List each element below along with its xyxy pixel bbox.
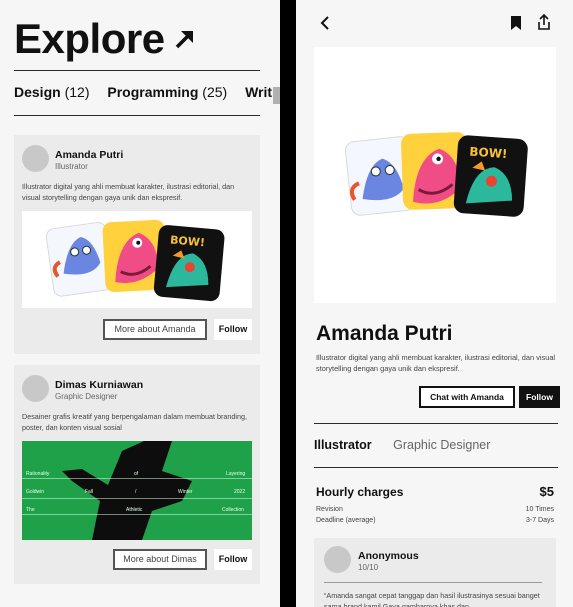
profile-panel: BOW! Amanda Putri Illustrator digital ya… — [296, 0, 573, 607]
poster-text: The — [26, 507, 35, 513]
avatar — [324, 546, 351, 573]
explore-panel: Explore Design (12) Programming (25) Wri… — [0, 0, 280, 607]
tabs-scrollbar[interactable] — [273, 87, 280, 104]
tab-graphic-designer[interactable]: Graphic Designer — [393, 438, 490, 452]
avatar — [22, 375, 49, 402]
follow-button[interactable]: Follow — [519, 386, 560, 408]
poster-silhouette — [62, 441, 192, 540]
creator-bio: Desainer grafis kreatif yang berpengalam… — [22, 412, 247, 432]
tab-illustrator[interactable]: Illustrator — [314, 438, 372, 452]
portfolio-image[interactable]: BOW! — [22, 211, 252, 308]
poster-text: 2022 — [234, 489, 246, 495]
creator-card[interactable]: Dimas Kurniawan Graphic Designer Desaine… — [14, 365, 260, 584]
portfolio-image[interactable]: Rationality of Layering Goldwin Fall / W… — [22, 441, 252, 540]
poster-text: / — [135, 489, 137, 495]
sticker-artwork: BOW! — [345, 132, 528, 217]
review-text: “Amanda sangat cepat tanggap dan hasil i… — [324, 591, 540, 607]
avatar — [22, 145, 49, 172]
poster-text: Goldwin — [26, 489, 45, 495]
category-tabs: Design (12) Programming (25) Writing — [14, 84, 280, 100]
revision-value: 10 Times — [525, 506, 554, 513]
share-icon[interactable] — [537, 14, 551, 30]
divider — [22, 498, 252, 499]
creator-name: Amanda Putri — [55, 149, 124, 161]
charges-price: $5 — [539, 484, 554, 499]
revision-label: Revision — [316, 506, 343, 513]
charges-label: Hourly charges — [316, 485, 404, 499]
chevron-left-icon[interactable] — [318, 15, 332, 31]
divider — [22, 514, 252, 515]
poster-text: of — [134, 471, 139, 477]
review-rating: 10/10 — [358, 563, 379, 572]
profile-bio: Illustrator digital yang ahli membuat ka… — [316, 353, 556, 373]
more-about-button[interactable]: More about Amanda — [103, 319, 207, 340]
profile-hero-image[interactable]: BOW! — [314, 47, 556, 303]
poster-text: Winter — [178, 489, 193, 495]
profile-name: Amanda Putri — [316, 322, 453, 345]
deadline-value: 3-7 Days — [525, 517, 554, 524]
svg-text:BOW!: BOW! — [469, 145, 508, 162]
arrow-up-right-icon[interactable] — [172, 26, 198, 52]
review-author: Anonymous — [358, 550, 419, 562]
divider — [324, 582, 542, 583]
tab-programming[interactable]: Programming (25) — [107, 84, 227, 100]
poster-text: Athletic — [126, 507, 143, 513]
creator-bio: Illustrator digital yang ahli membuat ka… — [22, 182, 235, 202]
more-about-button[interactable]: More about Dimas — [113, 549, 207, 570]
chat-button[interactable]: Chat with Amanda — [419, 386, 515, 408]
poster-text: Layering — [226, 471, 246, 477]
divider — [14, 115, 260, 116]
follow-button[interactable]: Follow — [214, 549, 252, 570]
review-card: Anonymous 10/10 “Amanda sangat cepat tan… — [314, 538, 556, 607]
follow-button[interactable]: Follow — [214, 319, 252, 340]
creator-role: Graphic Designer — [55, 392, 118, 401]
creator-name: Dimas Kurniawan — [55, 379, 144, 391]
divider — [22, 478, 252, 479]
divider — [14, 70, 260, 71]
bookmark-icon[interactable] — [510, 15, 522, 31]
page-title: Explore — [14, 15, 165, 62]
poster-text: Fall — [85, 489, 94, 495]
tab-design[interactable]: Design (12) — [14, 84, 89, 100]
sticker-artwork: BOW! — [45, 219, 225, 302]
divider — [314, 423, 558, 424]
deadline-label: Deadline (average) — [316, 517, 376, 524]
divider — [314, 467, 558, 468]
creator-card[interactable]: Amanda Putri Illustrator Illustrator dig… — [14, 135, 260, 354]
creator-role: Illustrator — [55, 162, 88, 171]
poster-text: Rationality — [26, 471, 50, 477]
skill-tabs: Illustrator Graphic Designer — [314, 438, 490, 452]
poster-text: Collection — [222, 507, 244, 513]
